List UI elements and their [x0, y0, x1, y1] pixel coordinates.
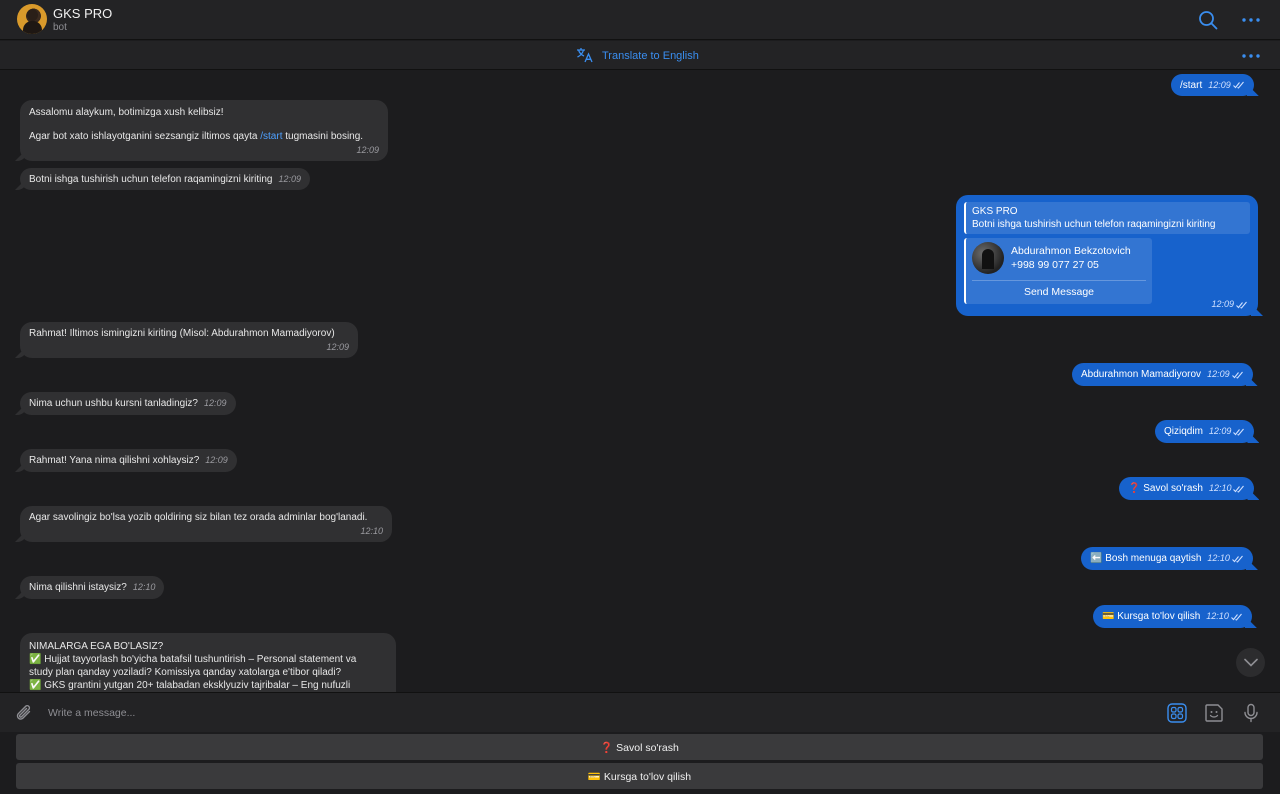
message-time: 12:09 — [204, 398, 227, 408]
message-text: Abdurahmon Mamadiyorov — [1081, 369, 1202, 380]
message-time: 12:10 — [132, 582, 156, 592]
message-time: 12:09 — [1208, 426, 1232, 436]
translate-icon — [576, 47, 594, 66]
message-text: Agar savolingiz bo'lsa yozib qoldiring s… — [29, 512, 368, 523]
message-list[interactable]: /start 12:09 Assalomu alaykum, botimizga… — [0, 70, 1280, 692]
message-outgoing[interactable]: 💳 Kursga to'lov qilish 12:10 — [1093, 605, 1257, 628]
message-text: study plan qanday yoziladi? Komissiya qa… — [29, 667, 342, 678]
message-time: 12:09 — [326, 342, 349, 352]
message-incoming[interactable]: Agar savolingiz bo'lsa yozib qoldiring s… — [15, 506, 392, 542]
translate-more-icon[interactable] — [1239, 44, 1263, 68]
read-checkmarks-icon — [1236, 301, 1247, 309]
send-message-button[interactable]: Send Message — [972, 280, 1146, 302]
keyboard-button-ask-question[interactable]: ❓ Savol so'rash — [16, 734, 1263, 760]
message-outgoing[interactable]: ⬅️ Bosh menuga qaytish 12:10 — [1081, 547, 1258, 570]
read-checkmarks-icon — [1233, 428, 1245, 436]
message-text: Rahmat! Iltimos ismingizni kiriting (Mis… — [29, 328, 335, 339]
message-time: 12:09 — [356, 145, 379, 155]
message-text: ✅ Hujjat tayyorlash bo'yicha batafsil tu… — [29, 654, 357, 665]
translate-button[interactable]: Translate to English — [576, 47, 699, 65]
message-time: 12:10 — [360, 526, 383, 536]
message-incoming[interactable]: Assalomu alaykum, botimizga xush kelibsi… — [15, 100, 388, 161]
message-time: 12:09 — [1211, 299, 1234, 309]
message-time: 12:09 — [1208, 79, 1231, 90]
reply-text: Botni ishga tushirish uchun telefon raqa… — [972, 219, 1216, 230]
read-checkmarks-icon — [1232, 81, 1244, 89]
message-incoming[interactable]: NIMALARGA EGA BO'LASIZ? ✅ Hujjat tayyorl… — [20, 633, 396, 692]
message-text: Nima qilishni istaysiz? — [29, 582, 127, 593]
scroll-to-bottom-button[interactable] — [1236, 648, 1265, 677]
message-text: ⬅️ Bosh menuga qaytish — [1090, 553, 1202, 564]
message-text: 💳 Kursga to'lov qilish — [1102, 611, 1201, 622]
contact-name: Abdurahmon Bekzotovich — [1011, 245, 1131, 257]
chat-header: GKS PRO bot — [0, 0, 1280, 40]
message-text: Botni ishga tushirish uchun telefon raqa… — [29, 173, 273, 185]
message-text: ❓ Savol so'rash — [1128, 483, 1203, 494]
message-incoming[interactable]: Nima qilishni istaysiz? 12:10 — [15, 576, 165, 599]
message-time: 12:09 — [1207, 369, 1230, 379]
message-incoming[interactable]: Botni ishga tushirish uchun telefon raqa… — [15, 168, 310, 190]
read-checkmarks-icon — [1230, 613, 1242, 621]
paperclip-icon[interactable] — [14, 702, 36, 724]
message-input[interactable] — [48, 703, 1148, 723]
message-text: NIMALARGA EGA BO'LASIZ? — [29, 641, 164, 652]
keyboard-button-course-payment[interactable]: 💳 Kursga to'lov qilish — [16, 763, 1263, 789]
translate-bar: Translate to English — [0, 41, 1280, 70]
message-composer — [0, 692, 1280, 732]
message-incoming[interactable]: Rahmat! Yana nima qilishni xohlaysiz? 12… — [15, 449, 237, 472]
message-outgoing-contact[interactable]: GKS PRO Botni ishga tushirish uchun tele… — [956, 195, 1263, 316]
message-time: 12:10 — [1207, 553, 1230, 563]
message-text: Rahmat! Yana nima qilishni xohlaysiz? — [29, 455, 200, 466]
sticker-icon[interactable] — [1203, 702, 1225, 724]
more-icon[interactable] — [1239, 8, 1263, 32]
search-icon[interactable] — [1196, 8, 1220, 32]
reply-preview[interactable]: GKS PRO Botni ishga tushirish uchun tele… — [964, 202, 1250, 234]
message-text: Assalomu alaykum, botimizga xush kelibsi… — [29, 107, 224, 118]
message-text: Agar bot xato ishlayotganini sezsangiz i… — [29, 131, 364, 142]
microphone-icon[interactable] — [1240, 702, 1262, 724]
chat-subtitle: bot — [53, 22, 67, 33]
read-checkmarks-icon — [1231, 371, 1243, 379]
contact-avatar — [972, 242, 1004, 274]
message-outgoing[interactable]: /start 12:09 — [1171, 74, 1259, 96]
message-time: 12:09 — [278, 173, 301, 184]
chevron-down-icon — [1243, 658, 1258, 667]
bot-avatar[interactable] — [17, 4, 47, 34]
message-outgoing[interactable]: Qiziqdim 12:09 — [1155, 420, 1260, 443]
message-incoming[interactable]: Nima uchun ushbu kursni tanladingiz? 12:… — [15, 392, 236, 415]
message-text: ✅ GKS grantini yutgan 20+ talabadan eksk… — [29, 680, 351, 691]
read-checkmarks-icon — [1232, 555, 1243, 563]
bot-keyboard: ❓ Savol so'rash 💳 Kursga to'lov qilish — [0, 732, 1280, 794]
read-checkmarks-icon — [1233, 485, 1245, 493]
message-text: /start — [1180, 79, 1203, 91]
reply-author: GKS PRO — [972, 206, 1018, 217]
bot-commands-icon[interactable] — [1166, 702, 1188, 724]
message-outgoing[interactable]: Abdurahmon Mamadiyorov 12:09 — [1072, 363, 1258, 386]
message-text: Qiziqdim — [1164, 426, 1203, 437]
message-outgoing[interactable]: ❓ Savol so'rash 12:10 — [1119, 477, 1260, 500]
message-time: 12:09 — [205, 455, 228, 465]
translate-label: Translate to English — [602, 50, 699, 62]
message-time: 12:10 — [1208, 483, 1232, 493]
contact-phone: +998 99 077 27 05 — [1011, 259, 1099, 271]
message-time: 12:10 — [1206, 611, 1229, 621]
chat-title[interactable]: GKS PRO — [53, 6, 112, 21]
start-command-link[interactable]: /start — [260, 131, 282, 142]
message-incoming[interactable]: Rahmat! Iltimos ismingizni kiriting (Mis… — [15, 322, 358, 358]
contact-card[interactable]: Abdurahmon Bekzotovich +998 99 077 27 05… — [964, 238, 1152, 304]
message-text: Nima uchun ushbu kursni tanladingiz? — [29, 398, 198, 409]
